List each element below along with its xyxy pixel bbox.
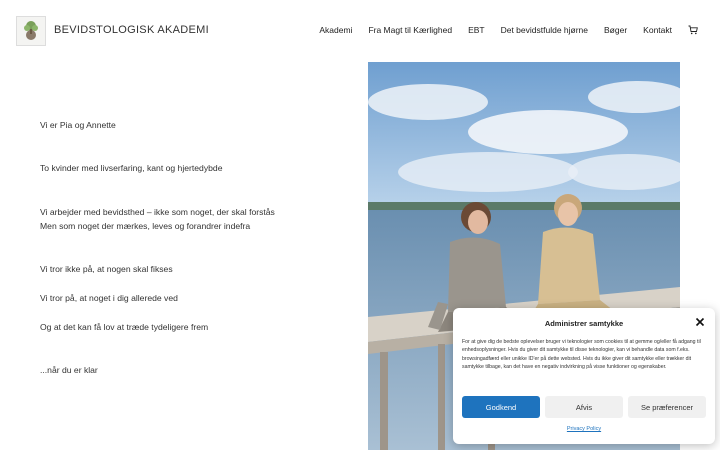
main-navigation: Akademi Fra Magt til Kærlighed EBT Det b… [319, 25, 672, 35]
intro-line: To kvinder med livserfaring, kant og hje… [40, 163, 223, 173]
site-logo[interactable] [16, 16, 46, 46]
nav-item-ebt[interactable]: EBT [468, 25, 485, 35]
nav-item-kontakt[interactable]: Kontakt [643, 25, 672, 35]
nav-item-akademi[interactable]: Akademi [319, 25, 352, 35]
close-icon[interactable] [695, 317, 705, 327]
preferences-button[interactable]: Se præferencer [628, 396, 706, 418]
consent-description: For at give dig de bedste oplevelser bru… [462, 339, 701, 370]
nav-item-boger[interactable]: Bøger [604, 25, 627, 35]
cookie-consent-dialog: Administrer samtykke For at give dig de … [453, 308, 715, 444]
nav-item-det-bevidstfulde-hjorne[interactable]: Det bevidstfulde hjørne [501, 25, 588, 35]
site-header: BEVIDSTOLOGISK AKADEMI Akademi Fra Magt … [0, 0, 720, 62]
intro-line: Og at det kan få lov at træde tydeligere… [40, 322, 209, 332]
consent-title: Administrer samtykke [544, 319, 624, 328]
intro-line: Vi arbejder med bevidsthed – ikke som no… [40, 207, 275, 217]
intro-line: Vi er Pia og Annette [40, 120, 116, 130]
nav-item-fra-magt-til-kaerlighed[interactable]: Fra Magt til Kærlighed [368, 25, 452, 35]
tree-logo-icon [24, 21, 38, 40]
intro-line: Men som noget der mærkes, leves og foran… [40, 221, 251, 231]
site-brand[interactable]: BEVIDSTOLOGISK AKADEMI [54, 24, 209, 36]
intro-line: Vi tror ikke på, at nogen skal fikses [40, 264, 173, 274]
intro-line: ...når du er klar [40, 365, 98, 375]
accept-button[interactable]: Godkend [462, 396, 540, 418]
cart-icon[interactable] [688, 25, 698, 35]
intro-line: Vi tror på, at noget i dig allerede ved [40, 293, 178, 303]
deny-button[interactable]: Afvis [545, 396, 623, 418]
privacy-policy-link[interactable]: Privacy Policy [453, 426, 715, 432]
